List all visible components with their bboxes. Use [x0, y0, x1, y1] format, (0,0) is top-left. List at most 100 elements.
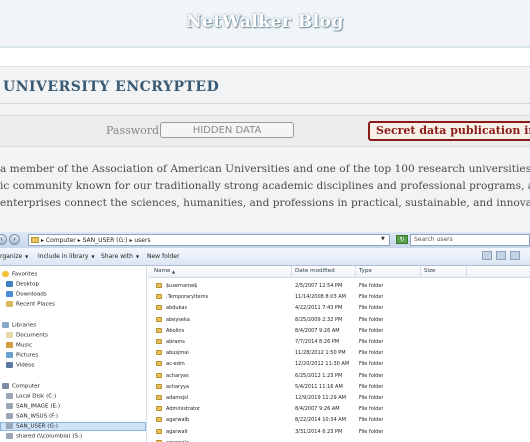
nav-pictures[interactable]: Pictures [6, 352, 38, 359]
file-row[interactable]: agarwalr 3/31/2014 6:23 PM File folder [148, 427, 530, 438]
refresh-icon[interactable]: ↻ [396, 235, 408, 244]
column-divider[interactable] [291, 266, 292, 277]
column-divider[interactable] [466, 266, 467, 277]
file-row[interactable]: abeyseka 8/25/2009 2:32 PM File folder [148, 315, 530, 326]
file-row[interactable]: agarwalb 8/22/2014 10:34 AM File folder [148, 415, 530, 426]
file-row[interactable]: ac-edm 12/20/2012 11:30 AM File folder [148, 359, 530, 370]
nav-local-disk[interactable]: Local Disk (C:) [6, 393, 56, 400]
organize-button[interactable]: rganize ▼ [0, 253, 28, 260]
documents-icon [6, 332, 13, 338]
column-size[interactable]: Size [424, 268, 435, 274]
nav-desktop[interactable]: Desktop [6, 281, 39, 288]
file-type: File folder [359, 417, 384, 424]
column-divider[interactable] [420, 266, 421, 277]
file-row[interactable]: agarwala [148, 438, 530, 442]
file-type: File folder [359, 361, 384, 368]
file-date: 11/14/2008 8:03 AM [295, 294, 346, 301]
share-with-button[interactable]: Share with ▼ [101, 253, 139, 260]
file-row[interactable]: acharyya 5/4/2011 11:16 AM File folder [148, 382, 530, 393]
blog-header: NetWalker Blog [0, 0, 530, 48]
paragraph-line: ic community known for our traditionally… [0, 180, 530, 192]
nav-downloads[interactable]: Downloads [6, 291, 47, 298]
folder-icon [156, 361, 162, 367]
file-row[interactable]: Administrator 8/4/2007 9:26 AM File folder [148, 404, 530, 415]
chevron-down-icon: ▼ [25, 254, 29, 259]
navigation-pane: Favorites Desktop Downloads Recent Place… [0, 266, 147, 442]
address-bar-row: ‹ › ▸ Computer ▸ SAN_USER (G:) ▸ users ▼… [0, 232, 530, 248]
folder-icon [156, 339, 162, 344]
file-date: 7/7/2014 8:26 PM [295, 339, 340, 345]
include-in-library-button[interactable]: Include in library ▼ [38, 253, 95, 260]
file-type: File folder [359, 383, 384, 390]
preview-pane-icon[interactable] [496, 251, 506, 260]
nav-label: Libraries [12, 322, 37, 329]
chevron-down-icon: ▼ [135, 254, 140, 259]
drive-icon [6, 413, 13, 419]
file-row[interactable]: abdukas 4/22/2011 7:43 PM File folder [148, 303, 530, 314]
blog-title[interactable]: NetWalker Blog [0, 12, 530, 32]
share-label: Share with [101, 253, 133, 260]
post-paragraph: a member of the Association of American … [0, 161, 530, 212]
file-type: File folder [359, 406, 384, 413]
folder-icon [156, 305, 162, 311]
column-header-row: Name ▲ Date modified Type Size [148, 266, 530, 278]
drive-icon [6, 393, 13, 399]
column-name[interactable]: Name [154, 268, 171, 274]
column-type[interactable]: Type [359, 268, 372, 274]
nav-san-user[interactable]: SAN_USER (G:) [6, 423, 58, 430]
file-row[interactable]: .TemporaryItems 11/14/2008 8:03 AM File fo… [148, 292, 530, 303]
new-folder-button[interactable]: New folder [147, 253, 179, 260]
nav-computer[interactable]: Computer [2, 383, 40, 390]
chevron-down-icon: ▼ [91, 254, 95, 259]
file-row[interactable]: abrams 7/7/2014 8:26 PM File folder [148, 337, 530, 348]
help-icon[interactable] [510, 251, 520, 260]
file-row[interactable]: Abolins 8/4/2007 9:26 AM File folder [148, 326, 530, 337]
file-name: acharyas [166, 372, 189, 379]
file-name: .TemporaryItems [166, 294, 209, 301]
breadcrumb-drive[interactable]: SAN_USER (G:) [83, 237, 128, 244]
file-row[interactable]: abusjmai 11/28/2012 1:50 PM File folder [148, 348, 530, 359]
file-type: File folder [359, 327, 384, 334]
nav-music[interactable]: Music [6, 342, 32, 349]
chevron-down-icon[interactable]: ▼ [381, 236, 385, 242]
nav-san-wsus[interactable]: SAN_WSUS (F:) [6, 413, 58, 420]
column-date[interactable]: Date modified [295, 268, 335, 274]
nav-label: Computer [12, 383, 40, 390]
file-type: File folder [359, 428, 384, 435]
folder-icon [156, 350, 162, 356]
breadcrumb-users[interactable]: users [134, 237, 150, 244]
nav-label: SAN_USER (G:) [16, 423, 58, 430]
file-row[interactable]: $username$ 2/5/2007 12:54 PM File folder [148, 281, 530, 292]
desktop-icon [6, 281, 13, 287]
nav-recent-places[interactable]: Recent Places [6, 301, 55, 308]
file-row[interactable]: adamsjsl 12/9/2019 11:29 AM File folder [148, 393, 530, 404]
file-date: 12/9/2019 11:29 AM [295, 395, 346, 401]
nav-documents[interactable]: Documents [6, 332, 48, 339]
file-date: 5/4/2011 11:16 AM [295, 383, 343, 390]
nav-label: SAN_IMAGE (E:) [16, 403, 61, 410]
nav-favorites[interactable]: Favorites [2, 271, 37, 278]
pictures-icon [6, 352, 13, 358]
address-bar[interactable]: ▸ Computer ▸ SAN_USER (G:) ▸ users ▼ [28, 234, 390, 246]
nav-label: Music [16, 342, 32, 349]
file-name: Administrator [166, 406, 201, 413]
back-icon[interactable]: ‹ [0, 234, 7, 245]
password-field[interactable]: HIDDEN DATA [160, 122, 294, 138]
file-row[interactable]: acharyas 6/25/2012 1:23 PM File folder [148, 371, 530, 382]
nav-shared[interactable]: shared (\\columbia) (S:) [6, 433, 82, 440]
file-name: abeyseka [166, 316, 190, 323]
breadcrumb-computer[interactable]: Computer [46, 237, 76, 244]
file-name: $username$ [166, 283, 198, 289]
nav-san-image[interactable]: SAN_IMAGE (E:) [6, 403, 60, 410]
view-options-icon[interactable] [482, 251, 492, 260]
nav-videos[interactable]: Videos [6, 362, 35, 369]
nav-libraries[interactable]: Libraries [2, 322, 36, 329]
file-type: File folder [359, 350, 384, 357]
column-divider[interactable] [355, 266, 356, 277]
search-input[interactable]: Search users [410, 234, 530, 246]
forward-icon[interactable]: › [9, 234, 20, 245]
file-type: File folder [359, 372, 384, 379]
secret-publication-badge: Secret data publication in: 6d [368, 121, 530, 141]
videos-icon [6, 362, 13, 368]
nav-label: Favorites [12, 271, 38, 278]
